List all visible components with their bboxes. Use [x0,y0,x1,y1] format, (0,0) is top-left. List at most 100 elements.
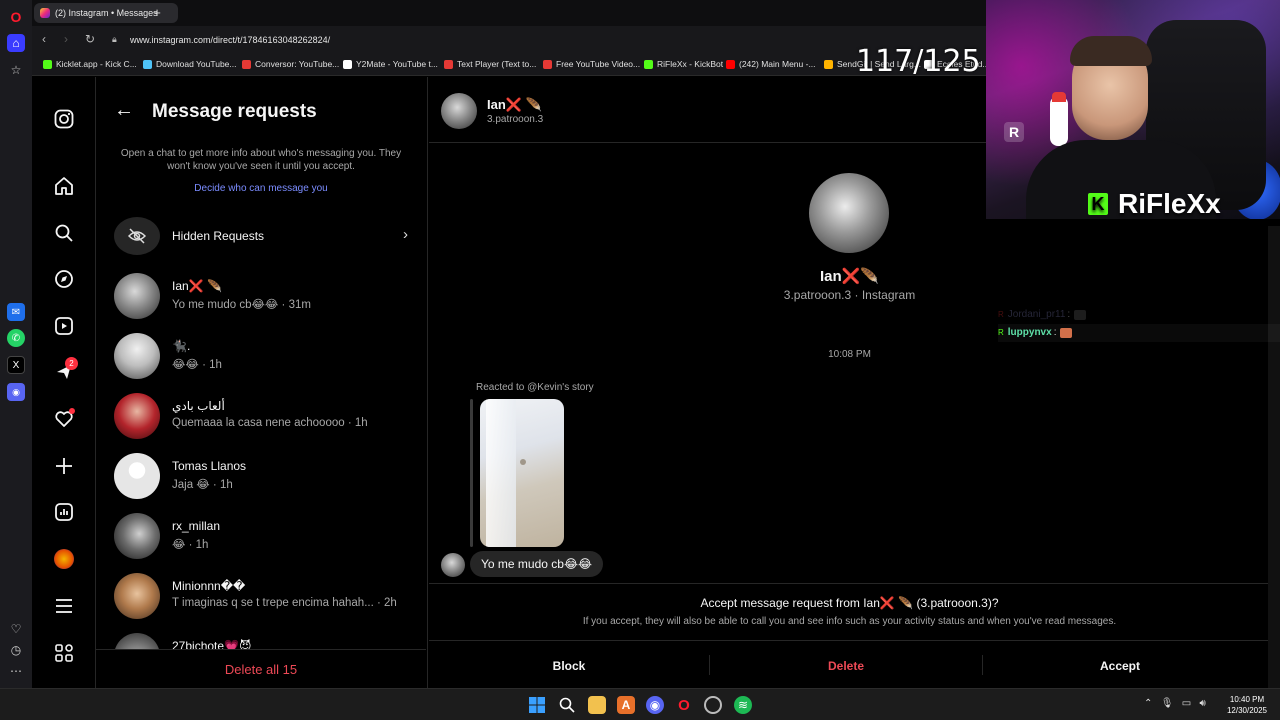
taskbar: A ◉ O ≋ ⌃ 🎙︎ ▭ 🔊︎ 10:40 PM 12/30/2025 [0,688,1280,720]
bookmark-item[interactable]: Download YouTube... [143,59,237,69]
message-controls-link[interactable]: Decide who can message you [96,183,426,194]
bookmark-item[interactable]: Kicklet.app - Kick C... [43,59,137,69]
home-icon[interactable] [52,174,76,198]
request-name: Minionnn�� [172,579,246,593]
profile-avatar[interactable] [52,547,76,571]
bookmark-item[interactable]: RiFleXx - KickBot [644,59,723,69]
profile-avatar[interactable] [809,173,889,253]
bookmark-item[interactable]: Text Player (Text to... [444,59,536,69]
forward-nav-icon[interactable]: › [64,32,68,46]
more-icon[interactable]: ⋯ [7,662,25,680]
bookmark-favicon-icon [824,59,833,69]
request-item[interactable]: Minionnn�� T imaginas q se t trepe encim… [114,573,414,623]
profile-name: Ian❌🪶 [819,268,880,285]
dashboard-icon[interactable] [52,500,76,524]
clock[interactable]: 10:40 PM 12/30/2025 [1222,694,1272,716]
bookmark-favicon-icon [143,59,152,69]
header-name[interactable]: Ian❌ 🪶 [487,97,542,113]
scrollbar[interactable] [1268,226,1280,688]
opera-logo-icon[interactable]: O [7,8,25,26]
bookmark-item[interactable]: (242) Main Menu -... [726,59,816,69]
bookmark-favicon-icon [444,59,453,69]
reload-icon[interactable]: ↻ [85,32,95,46]
avatar[interactable] [441,553,465,577]
hidden-eye-slash-icon [114,217,160,255]
avatar [114,333,160,379]
messenger-icon[interactable]: ✉ [7,303,25,321]
delete-button[interactable]: Delete [710,641,982,690]
home-icon[interactable]: ⌂ [7,34,25,52]
request-item[interactable]: ألعاب بادي Quemaaa la casa nene achooooo… [114,393,414,443]
avatar [114,273,160,319]
discord-icon[interactable]: ◉ [646,696,664,714]
request-item[interactable]: 27bichote💗😈 [114,633,414,649]
request-name: ألعاب بادي [172,399,225,413]
bookmark-item[interactable]: Conversor: YouTube... [242,59,339,69]
avatar [114,633,160,649]
history-icon[interactable]: ◷ [7,641,25,659]
system-tray[interactable]: ⌃ 🎙︎ ▭ 🔊︎ [1144,698,1206,709]
chat-line: R Jordani_pr11 : [998,306,1280,324]
file-explorer-icon[interactable] [588,696,606,714]
bookmark-favicon-icon [43,59,52,69]
x-icon[interactable]: X [7,356,25,374]
search-icon[interactable] [558,696,576,714]
avatar [114,393,160,439]
chat-emote-icon [1074,310,1087,320]
request-name: 🐈‍⬛. [172,339,191,353]
request-item[interactable]: Ian❌ 🪶 Yo me mudo cb😂😂 · 31m [114,273,414,323]
app-icon[interactable]: A [617,696,635,714]
discord-icon[interactable]: ◉ [7,383,25,401]
block-button[interactable]: Block [429,641,709,690]
instagram-favicon-icon [40,8,50,18]
request-name: Ian❌ 🪶 [172,279,222,293]
instagram-logo-icon[interactable] [52,107,76,131]
chevron-right-icon: › [403,226,408,243]
avatar[interactable] [441,93,477,129]
action-row: Block Delete Accept [429,640,1270,689]
new-tab-button[interactable]: + [150,6,164,20]
accept-button[interactable]: Accept [983,641,1257,690]
story-reaction-label: Reacted to @Kevin's story [476,382,594,393]
reels-icon[interactable] [52,314,76,338]
chat-line: R luppynvx : [998,324,1280,342]
hidden-requests-label: Hidden Requests [172,229,265,243]
chat-username: Jordani_pr11 [1007,309,1066,320]
menu-hamburger-icon[interactable] [52,594,76,618]
chat-badge-icon: R [998,328,1004,337]
back-nav-icon[interactable]: ‹ [42,32,46,46]
windows-start-icon[interactable] [528,696,546,714]
story-thumbnail[interactable] [480,399,564,547]
url-field[interactable]: www.instagram.com/direct/t/1784616304826… [130,35,330,45]
hidden-requests-row[interactable]: Hidden Requests › [114,217,414,255]
explore-icon[interactable] [52,267,76,291]
notification-dot [69,408,75,414]
overlay-counter: 117/125 [856,44,981,79]
request-name: Tomas Llanos [172,459,247,473]
bookmark-item[interactable]: Free YouTube Video... [543,59,640,69]
opera-icon[interactable]: O [675,696,693,714]
profile-subtitle: 3.patrooon.3 · Instagram [783,288,916,302]
page-title: Message requests [152,101,317,122]
messages-icon[interactable]: 2 [52,357,78,384]
request-preview: Jaja 😂 · 1h [172,479,233,491]
create-plus-icon[interactable] [52,454,76,478]
star-icon[interactable]: ☆ [7,61,25,79]
apps-grid-icon[interactable] [52,641,76,665]
request-preview: Yo me mudo cb😂😂 · 31m [172,299,311,311]
request-item[interactable]: rx_millan 😂 · 1h [114,513,414,563]
heart-outline-icon[interactable]: ♡ [7,620,25,638]
bookmark-item[interactable]: Y2Mate - YouTube t... [343,59,438,69]
request-preview: 😂 · 1h [172,539,209,551]
app-icon[interactable] [704,696,722,714]
request-item[interactable]: 🐈‍⬛. 😂😂 · 1h [114,333,414,383]
message-bubble[interactable]: Yo me mudo cb😂😂 [470,551,603,577]
search-icon[interactable] [52,221,76,245]
back-arrow-icon[interactable]: ← [114,99,134,122]
clock-time: 10:40 PM [1229,695,1265,704]
whatsapp-icon[interactable]: ✆ [7,329,25,347]
notifications-heart-icon[interactable] [52,407,76,431]
request-item[interactable]: Tomas Llanos Jaja 😂 · 1h [114,453,414,503]
spotify-icon[interactable]: ≋ [734,696,752,714]
delete-all-button[interactable]: Delete all 15 [96,649,426,688]
